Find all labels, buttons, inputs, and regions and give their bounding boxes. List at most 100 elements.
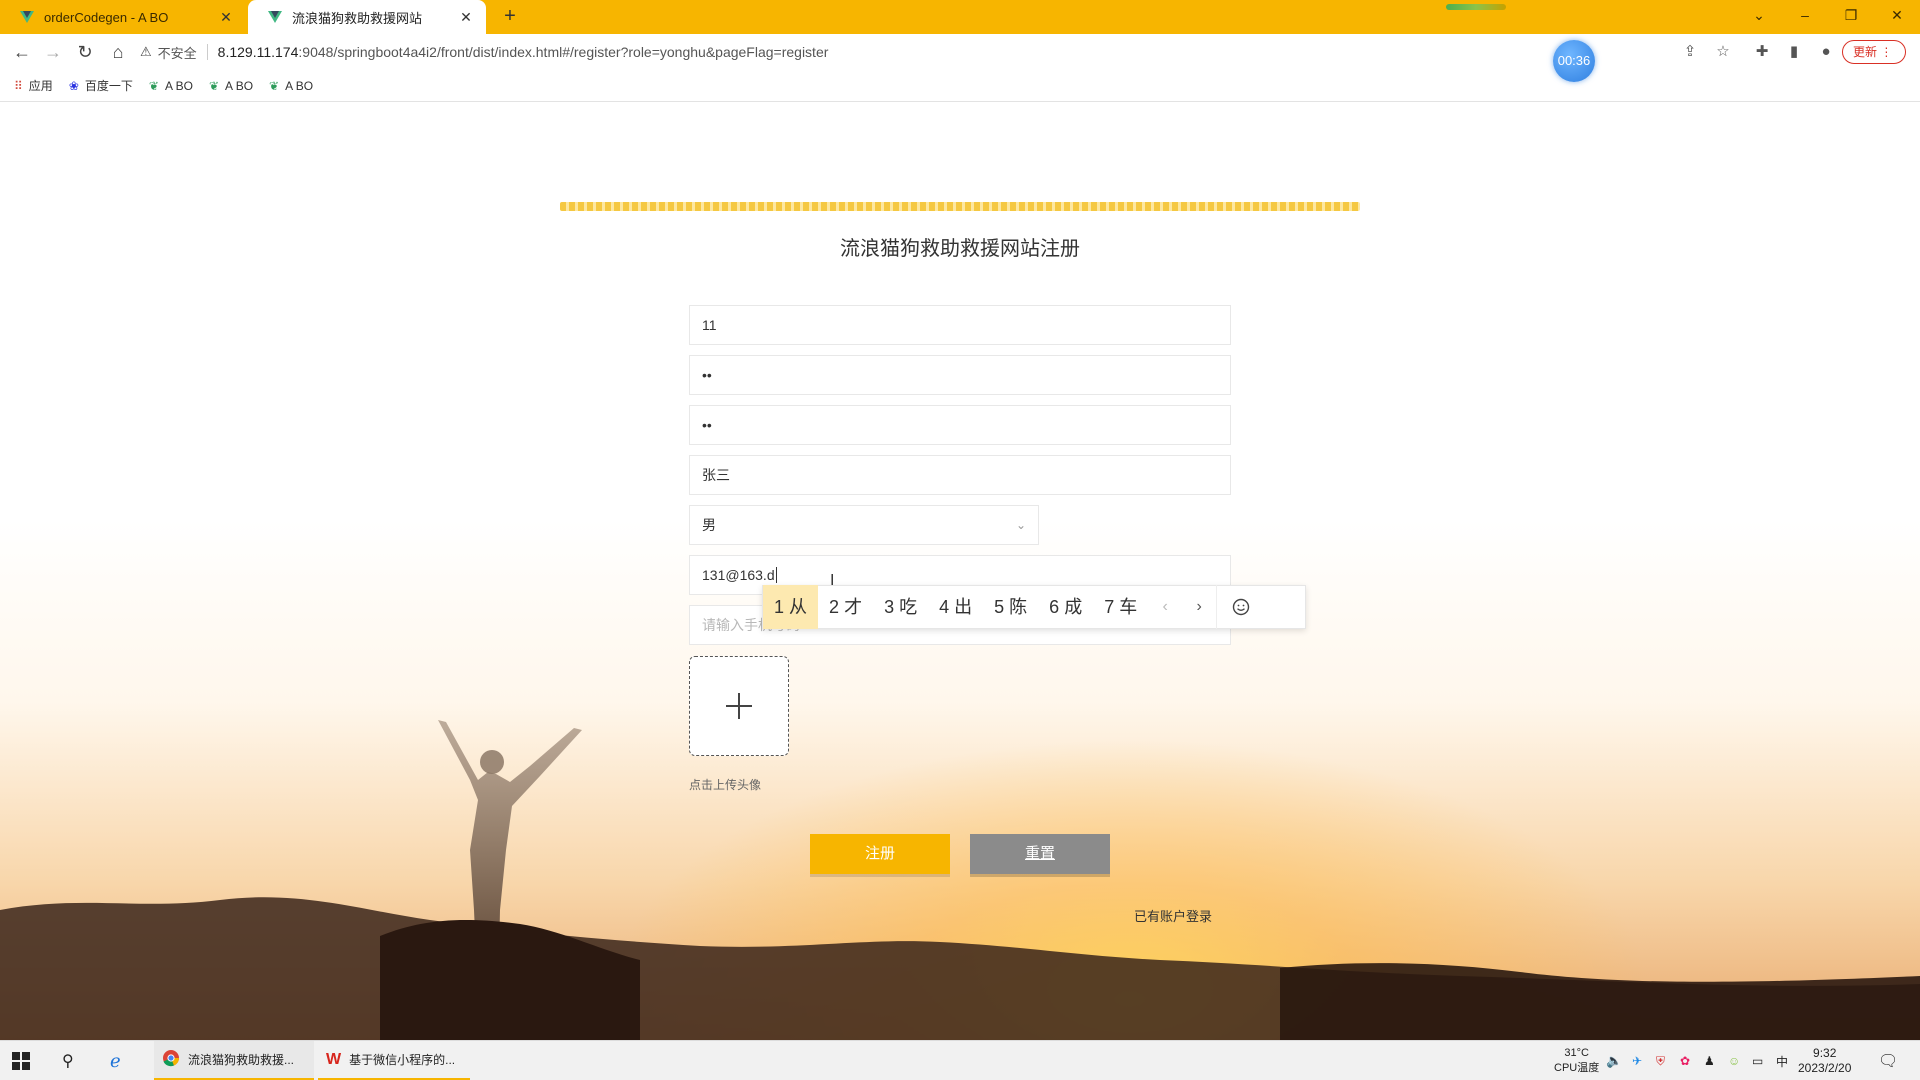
bookmark-label: 应用 [28, 79, 53, 93]
candidate-char: 出 [954, 597, 973, 617]
ime-candidate[interactable]: 7 车 [1093, 585, 1148, 629]
name-input[interactable]: 张三 [689, 455, 1231, 495]
bookmark-abo-2[interactable]: ❦ A BO [209, 79, 253, 93]
chevron-left-icon[interactable]: ‹ [1148, 598, 1182, 616]
extensions-puzzle-icon[interactable]: ✚ [1750, 40, 1774, 64]
confirm-password-input[interactable]: •• [689, 405, 1231, 445]
side-panel-icon[interactable]: ▮ [1782, 40, 1806, 64]
bookmarks-bar: ⠿ 应用 ❀ 百度一下 ❦ A BO ❦ A BO ❦ A BO [0, 70, 1920, 102]
wechat-tray-icon[interactable]: ☺ [1728, 1041, 1740, 1080]
shield-tray-icon[interactable]: ⛨ [1656, 1041, 1665, 1080]
ibeam-cursor-icon: I [830, 572, 835, 589]
forward-arrow-icon[interactable]: → [41, 40, 65, 64]
new-tab-button[interactable]: + [498, 4, 522, 28]
ime-candidate[interactable]: 1 从 [763, 585, 819, 629]
register-button[interactable]: 注册 [810, 834, 950, 874]
account-value: 11 [702, 317, 717, 333]
notification-icon[interactable]: 🗨 [1878, 1041, 1898, 1080]
ime-candidate[interactable]: 6 成 [1038, 585, 1093, 629]
url-host: 8.129.11.174 [217, 44, 299, 60]
bookmark-baidu[interactable]: ❀ 百度一下 [69, 77, 133, 94]
avatar-upload-button[interactable] [689, 656, 789, 756]
cpu-temperature-widget[interactable]: 31°C CPU温度 [1554, 1041, 1599, 1080]
candidate-number: 2 [829, 597, 840, 617]
chevron-down-icon[interactable]: ⌄ [1736, 0, 1782, 30]
baidu-paw-icon: ❀ [68, 78, 79, 93]
share-icon[interactable]: ⇪ [1678, 40, 1702, 64]
app-tray-icon[interactable]: ✿ [1680, 1041, 1690, 1080]
taskbar-app-wps[interactable]: W 基于微信小程序的... [318, 1041, 470, 1080]
emoji-smile-icon[interactable] [1216, 585, 1264, 629]
name-value: 张三 [702, 467, 730, 483]
reset-button[interactable]: 重置 [970, 834, 1110, 874]
candidate-number: 7 [1104, 597, 1115, 617]
warning-triangle-icon: ⚠ [140, 44, 152, 59]
candidate-number: 4 [939, 597, 950, 617]
candidate-number: 1 [774, 597, 785, 617]
window-close-button[interactable]: ✕ [1874, 0, 1920, 30]
login-link[interactable]: 已有账户登录 [1134, 906, 1212, 925]
vue-logo-icon [20, 10, 34, 24]
chrome-icon [162, 1049, 180, 1070]
candidate-number: 3 [884, 597, 895, 617]
taskbar-app-chrome[interactable]: 流浪猫狗救助救援... [154, 1041, 314, 1080]
candidate-char: 从 [789, 597, 808, 617]
bookmark-abo-1[interactable]: ❦ A BO [149, 79, 193, 93]
recording-timer-badge[interactable]: 00:36 [1553, 40, 1595, 82]
back-arrow-icon[interactable]: ← [10, 40, 34, 64]
gender-select[interactable]: 男 ⌄ [689, 505, 1039, 545]
reload-icon[interactable]: ↻ [73, 40, 97, 64]
register-page: 流浪猫狗救助救援网站注册 11 •• •• 张三 男 ⌄ 131@163.d 请… [0, 102, 1920, 1040]
tab-ordercodegen[interactable]: orderCodegen - A BO ✕ [0, 0, 246, 34]
page-title: 流浪猫狗救助救援网站注册 [840, 238, 1080, 260]
candidate-char: 陈 [1009, 597, 1028, 617]
gender-value: 男 [702, 517, 716, 533]
restore-button[interactable]: ❐ [1828, 0, 1874, 30]
speaker-icon[interactable]: 🔈 [1606, 1041, 1622, 1080]
account-input[interactable]: 11 [689, 305, 1231, 345]
candidate-char: 车 [1119, 597, 1138, 617]
browser-tab-bar: orderCodegen - A BO ✕ 流浪猫狗救助救援网站 ✕ + ⌄ –… [0, 0, 1920, 34]
update-button[interactable]: 更新 ⋮ [1842, 40, 1906, 64]
minimize-button[interactable]: – [1782, 0, 1828, 30]
windows-start-icon[interactable] [12, 1041, 30, 1080]
email-value: 131@163.d [702, 567, 775, 583]
temperature-value: 31°C [1564, 1047, 1589, 1059]
taskbar-app-label: 流浪猫狗救助救援... [188, 1053, 295, 1067]
bookmark-label: A BO [164, 78, 193, 93]
ime-candidate[interactable]: 2 才 [818, 585, 873, 629]
chevron-right-icon[interactable]: › [1182, 598, 1216, 616]
candidate-char: 吃 [899, 597, 918, 617]
close-icon[interactable]: ✕ [458, 9, 474, 26]
close-icon[interactable]: ✕ [218, 9, 234, 26]
clock[interactable]: 9:32 2023/2/20 [1798, 1041, 1851, 1080]
bird-tray-icon[interactable]: ✈ [1632, 1041, 1642, 1080]
ime-candidate[interactable]: 5 陈 [983, 585, 1038, 629]
vue-logo-icon [268, 10, 282, 24]
bookmark-apps[interactable]: ⠿ 应用 [14, 77, 53, 94]
search-icon[interactable]: ⚲ [62, 1041, 74, 1080]
bookmark-label: A BO [285, 78, 314, 93]
bookmark-label: 百度一下 [84, 79, 133, 93]
divider [206, 44, 208, 60]
star-bookmark-icon[interactable]: ☆ [1711, 40, 1735, 64]
profile-avatar-icon[interactable]: ● [1814, 40, 1838, 64]
ime-candidate-bar: 1 从 2 才 3 吃 4 出 5 陈 6 成 7 车 ‹ › [762, 585, 1306, 629]
ime-language-indicator[interactable]: 中 [1776, 1041, 1788, 1080]
wps-icon: W [326, 1050, 342, 1068]
leaf-icon: ❦ [269, 78, 280, 93]
ime-candidate[interactable]: 3 吃 [873, 585, 928, 629]
password-input[interactable]: •• [689, 355, 1231, 395]
text-caret [775, 567, 777, 583]
network-icon[interactable]: ▭ [1752, 1041, 1763, 1080]
home-icon[interactable]: ⌂ [106, 40, 130, 64]
tab-register[interactable]: 流浪猫狗救助救援网站 ✕ [248, 0, 486, 34]
ie-browser-icon[interactable]: ℯ [110, 1041, 121, 1080]
ime-candidate[interactable]: 4 出 [928, 585, 983, 629]
qq-penguin-icon[interactable]: ♟ [1704, 1041, 1715, 1080]
address-bar[interactable]: ⚠ 不安全 8.129.11.174 :9048/springboot4a4i2… [140, 37, 1600, 67]
tab-title: orderCodegen - A BO [44, 9, 169, 25]
windows-taskbar: ⚲ ℯ 流浪猫狗救助救援... W 基于微信小程序的... 31°C CPU温度… [0, 1040, 1920, 1080]
bookmark-abo-3[interactable]: ❦ A BO [269, 79, 313, 93]
download-progress-indicator [1446, 4, 1506, 10]
